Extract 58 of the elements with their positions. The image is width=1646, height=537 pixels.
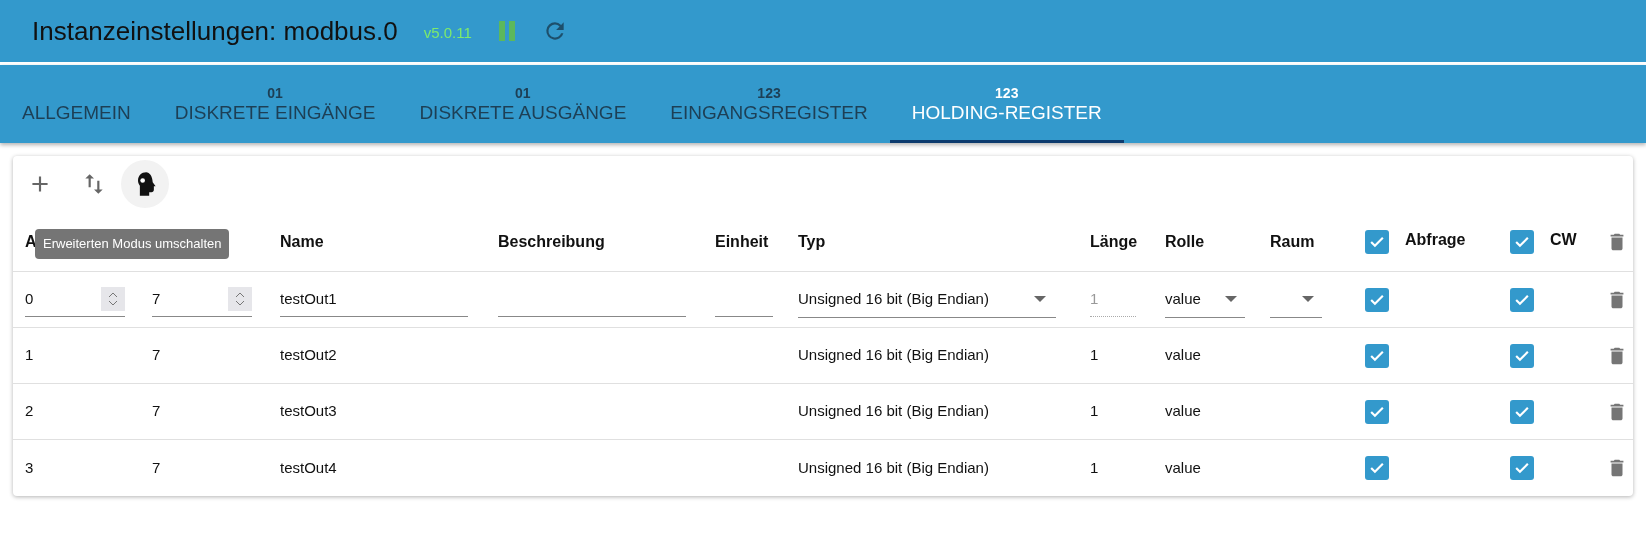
checkbox[interactable] <box>1510 343 1534 368</box>
tab[interactable]: 01 DISKRETE EINGÄNGE <box>152 65 398 143</box>
table-cell-text: Unsigned 16 bit (Big Endian) <box>798 457 990 478</box>
window-title: Instanzeinstellungen: modbus.0 <box>32 14 398 48</box>
stepper-icon[interactable] <box>228 287 252 311</box>
length-field[interactable]: 1 <box>1090 282 1136 317</box>
table-cell-text: value <box>1165 401 1202 422</box>
caret-icon <box>1225 296 1237 302</box>
caret-icon <box>1034 296 1046 302</box>
table-cell-text: 1 <box>25 345 35 366</box>
version-label: v5.0.11 <box>423 22 472 43</box>
column-header: Rolle <box>1165 231 1205 252</box>
tooltip: Erweiterten Modus umschalten <box>35 229 230 259</box>
tab[interactable]: 123 HOLDING-REGISTER <box>889 65 1124 143</box>
role-select[interactable]: value <box>1165 281 1245 318</box>
table-cell-text: 7 <box>152 345 162 366</box>
column-header: Name <box>280 231 324 252</box>
table-cell-text: 7 <box>152 401 162 422</box>
caret-icon <box>1302 296 1314 302</box>
checkbox[interactable] <box>1510 456 1534 480</box>
checkbox[interactable] <box>1365 229 1389 254</box>
table-cell-text: Unsigned 16 bit (Big Endian) <box>798 401 990 422</box>
table-cell-text: testOut3 <box>280 401 338 422</box>
table-cell-text: 1 <box>1090 457 1100 478</box>
name-field[interactable]: testOut1 <box>280 282 468 317</box>
column-header: Beschreibung <box>498 231 605 252</box>
table-cell-text: 2 <box>25 401 35 422</box>
type-select[interactable]: Unsigned 16 bit (Big Endian) <box>798 281 1056 318</box>
table-cell-text: testOut2 <box>280 345 338 366</box>
stepper-icon[interactable] <box>101 287 125 311</box>
checkbox[interactable] <box>1365 287 1389 312</box>
checkbox[interactable] <box>1365 456 1389 480</box>
column-header: Typ <box>798 231 826 252</box>
number-field[interactable]: 0 <box>25 282 125 317</box>
checkbox[interactable] <box>1510 399 1534 424</box>
expert-mode-button[interactable] <box>121 160 169 208</box>
column-header: Länge <box>1090 231 1138 252</box>
column-header: CW <box>1550 229 1578 250</box>
tab[interactable]: 01 DISKRETE AUSGÄNGE <box>397 65 649 143</box>
checkbox[interactable] <box>1365 399 1389 424</box>
column-header: A <box>25 231 37 252</box>
table-cell-text: value <box>1165 345 1202 366</box>
column-header: Abfrage <box>1405 229 1467 250</box>
column-header: Einheit <box>715 231 769 252</box>
table-cell-text: 1 <box>1090 401 1100 422</box>
table-cell-text: testOut4 <box>280 457 338 478</box>
table-cell-text: value <box>1165 457 1202 478</box>
checkbox[interactable] <box>1365 343 1389 368</box>
tab[interactable]: 123 EINGANGSREGISTER <box>648 65 890 143</box>
checkbox[interactable] <box>1510 229 1534 254</box>
table-cell-text: 3 <box>25 457 35 478</box>
table-cell-text: 7 <box>152 457 162 478</box>
tab[interactable]: ALLGEMEIN <box>0 65 153 143</box>
checkbox[interactable] <box>1510 287 1534 312</box>
table-cell-text: Unsigned 16 bit (Big Endian) <box>798 345 990 366</box>
column-header: Raum <box>1270 231 1315 252</box>
table-cell-text: 1 <box>1090 345 1100 366</box>
number-field[interactable]: 7 <box>152 282 252 317</box>
